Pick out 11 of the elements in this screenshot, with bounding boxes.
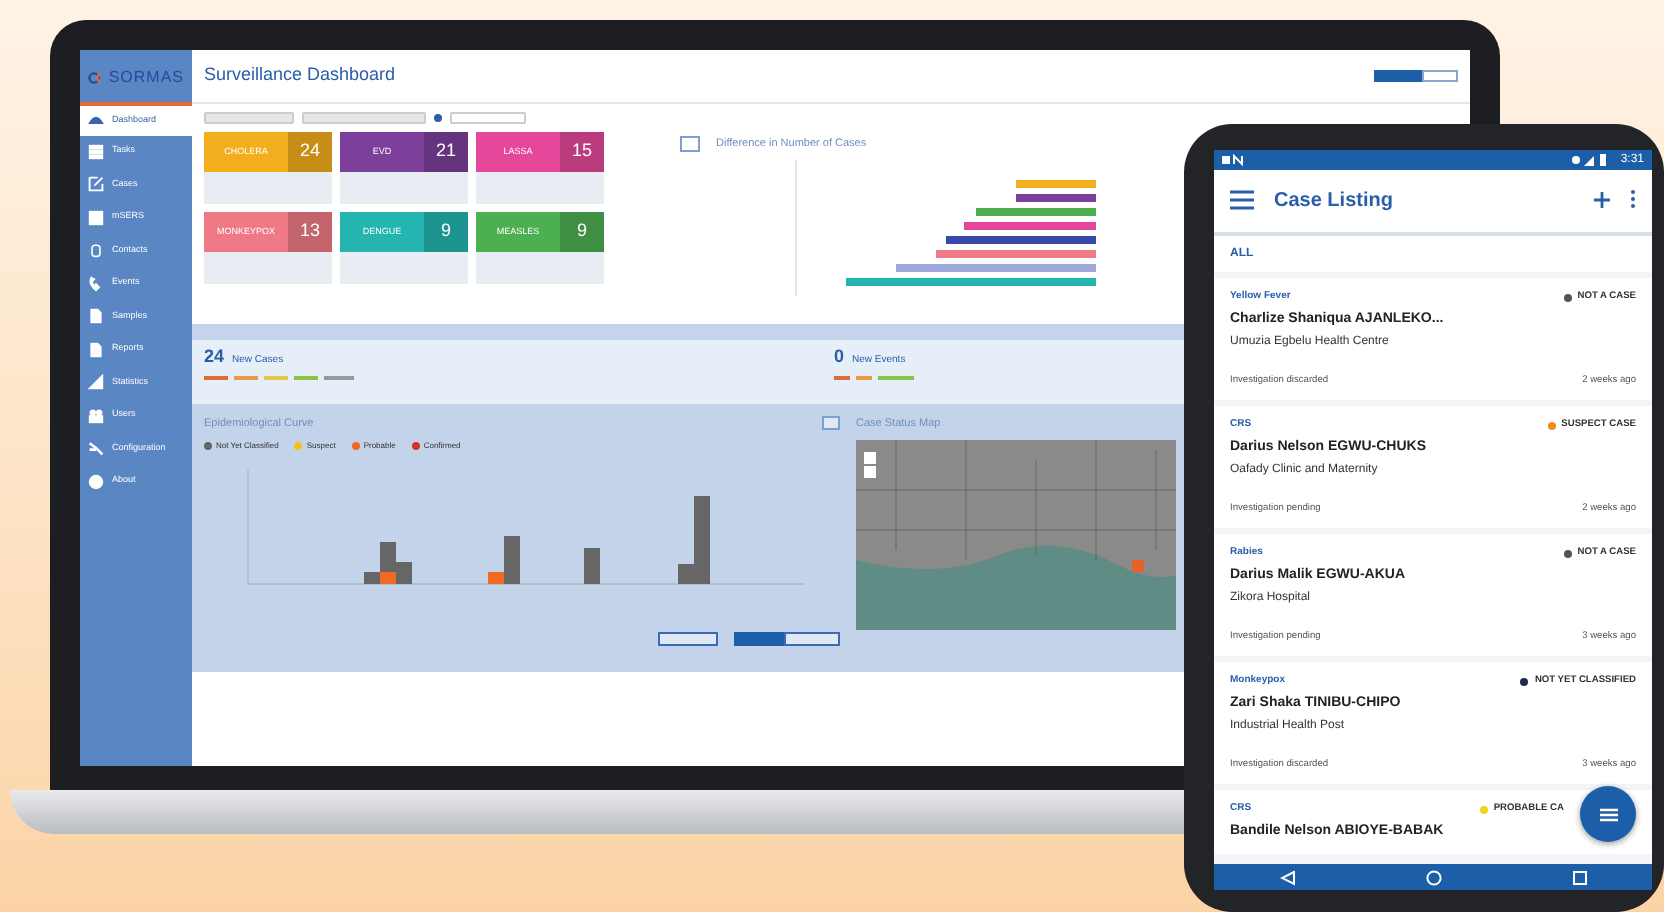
case-count: 24 bbox=[204, 344, 225, 370]
screen-title: Case Listing bbox=[1274, 188, 1395, 216]
event-count: 0 bbox=[834, 344, 845, 370]
case-count: 21 bbox=[424, 132, 468, 172]
page-title: Surveillance Dashboard bbox=[204, 62, 396, 89]
case-count: 9 bbox=[560, 212, 604, 252]
case-count: 24 bbox=[288, 132, 332, 172]
case-count: 13 bbox=[288, 212, 332, 252]
logo-text: SORMAS bbox=[108, 66, 184, 90]
case-count: 9 bbox=[424, 212, 468, 252]
case-count: 15 bbox=[560, 132, 604, 172]
